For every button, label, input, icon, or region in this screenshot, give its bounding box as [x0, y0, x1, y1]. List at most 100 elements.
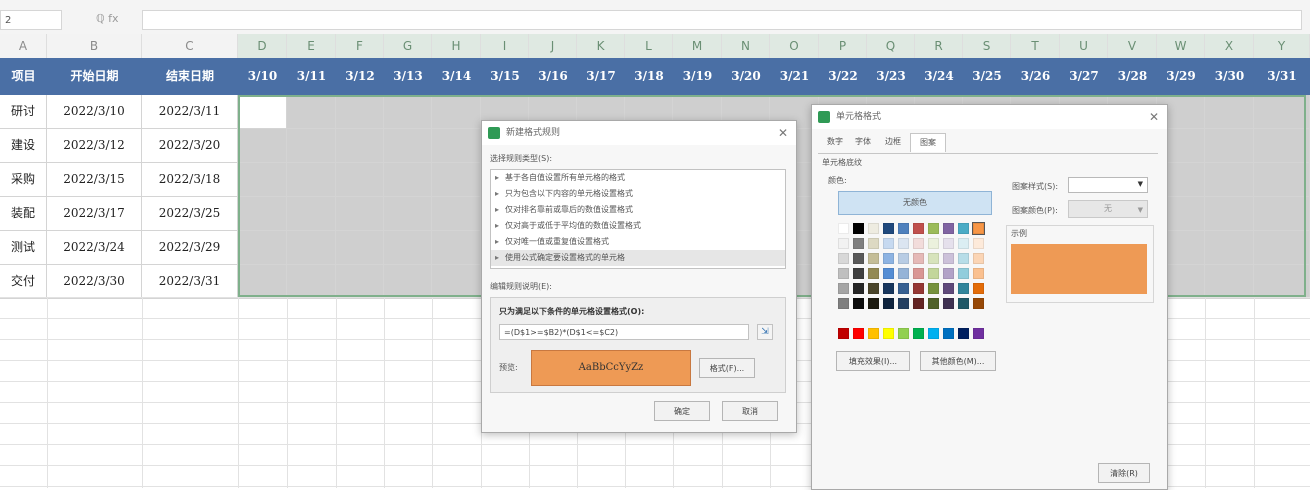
color-swatch[interactable] [913, 283, 924, 294]
column-header[interactable]: W [1157, 34, 1205, 58]
color-swatch[interactable] [898, 268, 909, 279]
color-swatch[interactable] [853, 253, 864, 264]
gantt-cell[interactable] [1205, 197, 1254, 230]
gantt-cell[interactable] [432, 265, 481, 298]
header-date[interactable]: 3/30 [1205, 58, 1254, 95]
header-end-date[interactable]: 结束日期 [142, 58, 238, 95]
color-swatch[interactable] [853, 328, 864, 339]
header-date[interactable]: 3/18 [625, 58, 673, 95]
header-date[interactable]: 3/16 [529, 58, 577, 95]
gantt-cell[interactable] [432, 95, 481, 128]
rule-type-item[interactable]: 基于各自值设置所有单元格的格式 [491, 170, 785, 186]
color-swatch[interactable] [928, 298, 939, 309]
color-swatch[interactable] [853, 268, 864, 279]
gantt-cell[interactable] [1254, 197, 1310, 230]
cell-end[interactable]: 2022/3/20 [142, 129, 238, 162]
color-swatch[interactable] [913, 253, 924, 264]
column-header[interactable]: R [915, 34, 963, 58]
cell-task[interactable]: 研讨 [0, 95, 47, 128]
color-swatch[interactable] [913, 298, 924, 309]
color-swatch[interactable] [958, 283, 969, 294]
gantt-cell[interactable] [287, 163, 336, 196]
gantt-cell[interactable] [1254, 163, 1310, 196]
color-swatch[interactable] [838, 253, 849, 264]
header-date[interactable]: 3/26 [1011, 58, 1060, 95]
gantt-cell[interactable] [384, 197, 432, 230]
ok-button[interactable]: 确定 [654, 401, 710, 421]
color-swatch[interactable] [913, 328, 924, 339]
column-header[interactable]: H [432, 34, 481, 58]
color-swatch[interactable] [898, 253, 909, 264]
color-swatch[interactable] [838, 223, 849, 234]
gantt-cell[interactable] [238, 129, 287, 162]
column-header[interactable]: Y [1254, 34, 1310, 58]
gantt-cell[interactable] [1205, 95, 1254, 128]
gantt-cell[interactable] [1254, 231, 1310, 264]
header-date[interactable]: 3/31 [1254, 58, 1310, 95]
color-swatch[interactable] [973, 268, 984, 279]
color-swatch[interactable] [838, 283, 849, 294]
rule-type-item[interactable]: 只为包含以下内容的单元格设置格式 [491, 186, 785, 202]
column-header[interactable]: E [287, 34, 336, 58]
column-header[interactable]: L [625, 34, 673, 58]
column-header[interactable]: U [1060, 34, 1108, 58]
header-date[interactable]: 3/25 [963, 58, 1011, 95]
color-swatch[interactable] [868, 268, 879, 279]
gantt-cell[interactable] [384, 95, 432, 128]
gantt-cell[interactable] [238, 197, 287, 230]
gantt-cell[interactable] [432, 231, 481, 264]
gantt-cell[interactable] [432, 129, 481, 162]
formula-input[interactable] [142, 10, 1302, 30]
gantt-cell[interactable] [384, 129, 432, 162]
header-start-date[interactable]: 开始日期 [47, 58, 142, 95]
color-swatch[interactable] [898, 328, 909, 339]
gantt-cell[interactable] [238, 163, 287, 196]
header-date[interactable]: 3/17 [577, 58, 625, 95]
color-swatch[interactable] [973, 283, 984, 294]
tab-number[interactable]: 数字 [822, 133, 848, 151]
color-swatch[interactable] [853, 223, 864, 234]
rule-type-item[interactable]: 仅对高于或低于平均值的数值设置格式 [491, 218, 785, 234]
column-header[interactable]: N [722, 34, 770, 58]
gantt-cell[interactable] [287, 197, 336, 230]
cell-task[interactable]: 建设 [0, 129, 47, 162]
gantt-cell[interactable] [238, 231, 287, 264]
column-header[interactable]: K [577, 34, 625, 58]
color-swatch[interactable] [928, 268, 939, 279]
rule-type-item[interactable]: 仅对唯一值或重复值设置格式 [491, 234, 785, 250]
gantt-cell[interactable] [1205, 163, 1254, 196]
color-swatch[interactable] [838, 328, 849, 339]
header-date[interactable]: 3/15 [481, 58, 529, 95]
column-header[interactable]: F [336, 34, 384, 58]
color-swatch[interactable] [883, 253, 894, 264]
column-header[interactable]: S [963, 34, 1011, 58]
header-date[interactable]: 3/24 [915, 58, 963, 95]
color-swatch[interactable] [898, 238, 909, 249]
color-swatch[interactable] [838, 268, 849, 279]
color-swatch[interactable] [883, 298, 894, 309]
gantt-cell[interactable] [287, 129, 336, 162]
color-swatch[interactable] [958, 253, 969, 264]
header-date[interactable]: 3/27 [1060, 58, 1108, 95]
column-header[interactable]: P [819, 34, 867, 58]
color-swatch[interactable] [973, 328, 984, 339]
color-swatch[interactable] [868, 223, 879, 234]
gantt-cell[interactable] [238, 265, 287, 298]
cell-end[interactable]: 2022/3/29 [142, 231, 238, 264]
cell-start[interactable]: 2022/3/15 [47, 163, 142, 196]
gantt-cell[interactable] [336, 231, 384, 264]
header-date[interactable]: 3/11 [287, 58, 336, 95]
color-swatch[interactable] [973, 298, 984, 309]
header-date[interactable]: 3/29 [1157, 58, 1205, 95]
header-date[interactable]: 3/12 [336, 58, 384, 95]
gantt-cell[interactable] [287, 231, 336, 264]
column-header[interactable]: A [0, 34, 47, 58]
color-swatch[interactable] [928, 223, 939, 234]
column-header[interactable]: X [1205, 34, 1254, 58]
rule-type-item-selected[interactable]: 使用公式确定要设置格式的单元格 [491, 250, 785, 266]
gantt-cell[interactable] [287, 265, 336, 298]
gantt-cell[interactable] [336, 265, 384, 298]
tab-border[interactable]: 边框 [878, 133, 908, 151]
gantt-cell[interactable] [432, 163, 481, 196]
clear-button[interactable]: 清除(R) [1098, 463, 1150, 483]
